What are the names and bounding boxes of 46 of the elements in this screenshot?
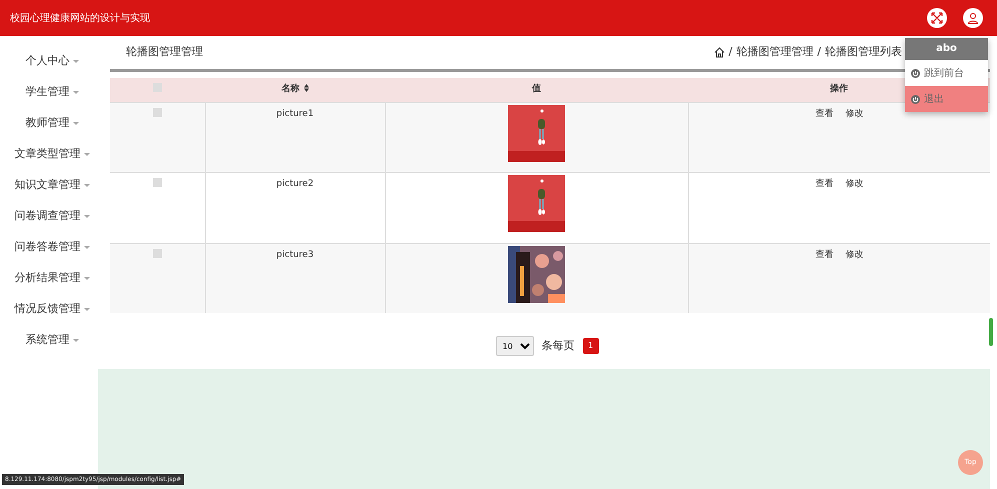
view-link[interactable]: 查看 bbox=[809, 178, 840, 192]
breadcrumb-item[interactable]: 轮播图管理管理 bbox=[736, 44, 814, 61]
column-header: 值 bbox=[532, 84, 541, 94]
username: abo bbox=[905, 38, 988, 60]
checkbox[interactable] bbox=[152, 108, 162, 116]
view-link[interactable]: 查看 bbox=[809, 248, 840, 262]
fullscreen-button[interactable] bbox=[927, 8, 947, 28]
sidebar-item[interactable]: 学生管理 bbox=[0, 77, 104, 108]
checkbox[interactable] bbox=[153, 82, 162, 92]
page-button[interactable]: 1 bbox=[582, 338, 598, 354]
table-cell: picture2 bbox=[276, 179, 314, 189]
breadcrumb-separator: / bbox=[728, 44, 732, 60]
user-button[interactable] bbox=[963, 8, 983, 28]
site-title: 校园心理健康网站的设计与实现 bbox=[10, 12, 150, 26]
power-icon bbox=[911, 94, 920, 104]
edit-link[interactable]: 修改 bbox=[839, 108, 870, 121]
checkbox[interactable] bbox=[152, 178, 162, 187]
menu-item[interactable]: 跳到前台 bbox=[905, 60, 988, 86]
sidebar-item[interactable]: 个人中心 bbox=[0, 46, 104, 77]
sidebar-item[interactable]: 知识文章管理 bbox=[0, 170, 104, 201]
sidebar-item[interactable]: 问卷调查管理 bbox=[0, 201, 104, 232]
sidebar-item[interactable]: 情况反馈管理 bbox=[0, 294, 104, 325]
sidebar-item[interactable]: 问卷答卷管理 bbox=[0, 232, 104, 263]
breadcrumb-item: 轮播图管理列表 bbox=[825, 44, 902, 60]
page-size-select[interactable]: 10 bbox=[496, 336, 534, 356]
edit-link[interactable]: 修改 bbox=[839, 248, 870, 262]
user-icon[interactable] bbox=[967, 12, 979, 24]
column-header[interactable]: 名称 bbox=[282, 84, 300, 94]
edit-link[interactable]: 修改 bbox=[839, 178, 870, 192]
sidebar-item[interactable]: 分析结果管理 bbox=[0, 263, 104, 294]
view-link[interactable]: 查看 bbox=[809, 108, 840, 121]
sidebar-item[interactable]: 文章类型管理 bbox=[0, 139, 104, 170]
fullscreen-icon[interactable] bbox=[931, 12, 943, 24]
table-cell: picture3 bbox=[276, 250, 314, 260]
page-title: 轮播图管理管理 bbox=[126, 44, 203, 60]
scrollbar-thumb bbox=[989, 318, 993, 346]
sidebar-item[interactable]: 教师管理 bbox=[0, 108, 104, 139]
checkbox[interactable] bbox=[152, 248, 162, 258]
column-header: 操作 bbox=[830, 84, 848, 94]
sidebar-item[interactable]: 系统管理 bbox=[0, 325, 104, 356]
sort-icon[interactable] bbox=[304, 84, 308, 94]
power-icon bbox=[911, 68, 920, 78]
table-cell: picture1 bbox=[276, 108, 314, 118]
breadcrumb-separator: / bbox=[817, 44, 821, 60]
per-page-label: 条每页 bbox=[542, 338, 574, 354]
home-icon[interactable] bbox=[714, 47, 725, 58]
